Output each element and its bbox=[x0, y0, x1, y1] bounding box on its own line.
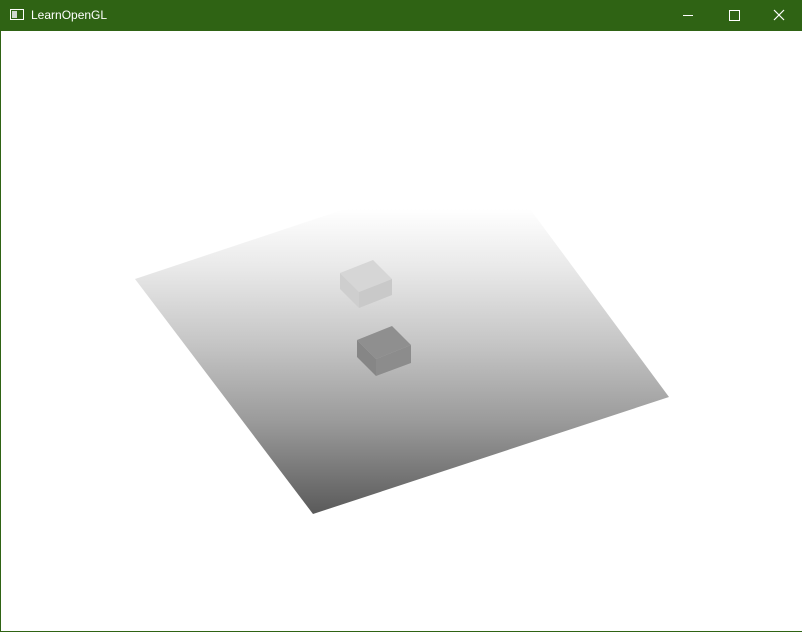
app-icon-pane bbox=[12, 11, 17, 18]
application-window: LearnOpenGL bbox=[0, 0, 802, 632]
title-bar[interactable]: LearnOpenGL bbox=[1, 0, 802, 31]
window-title: LearnOpenGL bbox=[31, 8, 108, 22]
opengl-viewport[interactable] bbox=[2, 31, 802, 631]
app-window-icon[interactable] bbox=[10, 9, 24, 20]
depth-scene bbox=[135, 209, 669, 514]
maximize-button[interactable] bbox=[711, 0, 757, 31]
maximize-icon bbox=[729, 10, 740, 21]
minimize-button[interactable] bbox=[665, 0, 711, 31]
close-icon bbox=[773, 9, 785, 21]
minimize-icon bbox=[683, 15, 693, 16]
close-button[interactable] bbox=[757, 0, 802, 31]
